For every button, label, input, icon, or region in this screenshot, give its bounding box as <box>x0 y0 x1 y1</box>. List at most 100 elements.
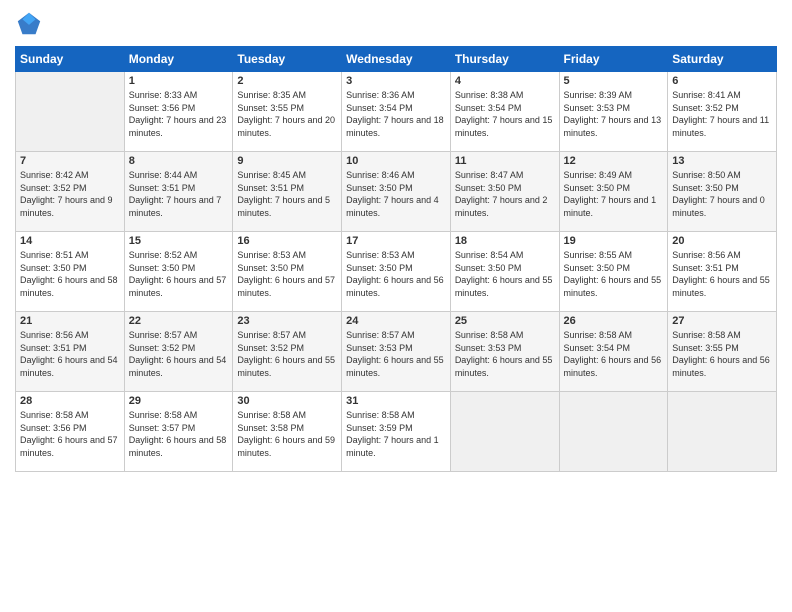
calendar-table: SundayMondayTuesdayWednesdayThursdayFrid… <box>15 46 777 472</box>
calendar-cell: 5 Sunrise: 8:39 AMSunset: 3:53 PMDaylight… <box>559 72 668 152</box>
calendar-cell: 12 Sunrise: 8:49 AMSunset: 3:50 PMDayligh… <box>559 152 668 232</box>
calendar-cell <box>668 392 777 472</box>
calendar-cell: 16 Sunrise: 8:53 AMSunset: 3:50 PMDayligh… <box>233 232 342 312</box>
calendar-cell: 1 Sunrise: 8:33 AMSunset: 3:56 PMDaylight… <box>124 72 233 152</box>
calendar-cell: 4 Sunrise: 8:38 AMSunset: 3:54 PMDaylight… <box>450 72 559 152</box>
day-number: 25 <box>455 315 555 327</box>
weekday-header-wednesday: Wednesday <box>342 47 451 72</box>
day-number: 18 <box>455 235 555 247</box>
day-info: Sunrise: 8:45 AMSunset: 3:51 PMDaylight:… <box>237 169 337 219</box>
day-number: 22 <box>129 315 229 327</box>
day-number: 24 <box>346 315 446 327</box>
week-row-4: 21 Sunrise: 8:56 AMSunset: 3:51 PMDayligh… <box>16 312 777 392</box>
day-info: Sunrise: 8:55 AMSunset: 3:50 PMDaylight:… <box>564 249 664 299</box>
day-info: Sunrise: 8:52 AMSunset: 3:50 PMDaylight:… <box>129 249 229 299</box>
calendar-cell: 26 Sunrise: 8:58 AMSunset: 3:54 PMDayligh… <box>559 312 668 392</box>
day-info: Sunrise: 8:41 AMSunset: 3:52 PMDaylight:… <box>672 89 772 139</box>
weekday-header-friday: Friday <box>559 47 668 72</box>
calendar-cell: 20 Sunrise: 8:56 AMSunset: 3:51 PMDayligh… <box>668 232 777 312</box>
calendar-cell: 2 Sunrise: 8:35 AMSunset: 3:55 PMDaylight… <box>233 72 342 152</box>
day-info: Sunrise: 8:58 AMSunset: 3:55 PMDaylight:… <box>672 329 772 379</box>
day-info: Sunrise: 8:53 AMSunset: 3:50 PMDaylight:… <box>346 249 446 299</box>
day-number: 13 <box>672 155 772 167</box>
day-info: Sunrise: 8:42 AMSunset: 3:52 PMDaylight:… <box>20 169 120 219</box>
day-number: 2 <box>237 75 337 87</box>
day-info: Sunrise: 8:58 AMSunset: 3:54 PMDaylight:… <box>564 329 664 379</box>
calendar-cell: 18 Sunrise: 8:54 AMSunset: 3:50 PMDayligh… <box>450 232 559 312</box>
day-number: 10 <box>346 155 446 167</box>
day-number: 28 <box>20 395 120 407</box>
calendar-cell: 31 Sunrise: 8:58 AMSunset: 3:59 PMDayligh… <box>342 392 451 472</box>
day-number: 5 <box>564 75 664 87</box>
day-info: Sunrise: 8:57 AMSunset: 3:53 PMDaylight:… <box>346 329 446 379</box>
day-number: 19 <box>564 235 664 247</box>
calendar-cell: 27 Sunrise: 8:58 AMSunset: 3:55 PMDayligh… <box>668 312 777 392</box>
day-info: Sunrise: 8:58 AMSunset: 3:59 PMDaylight:… <box>346 409 446 459</box>
day-info: Sunrise: 8:35 AMSunset: 3:55 PMDaylight:… <box>237 89 337 139</box>
week-row-1: 1 Sunrise: 8:33 AMSunset: 3:56 PMDaylight… <box>16 72 777 152</box>
day-info: Sunrise: 8:50 AMSunset: 3:50 PMDaylight:… <box>672 169 772 219</box>
day-number: 27 <box>672 315 772 327</box>
logo-icon <box>15 10 43 38</box>
day-info: Sunrise: 8:49 AMSunset: 3:50 PMDaylight:… <box>564 169 664 219</box>
day-number: 20 <box>672 235 772 247</box>
calendar-cell <box>450 392 559 472</box>
day-number: 21 <box>20 315 120 327</box>
day-info: Sunrise: 8:51 AMSunset: 3:50 PMDaylight:… <box>20 249 120 299</box>
day-number: 30 <box>237 395 337 407</box>
week-row-3: 14Sunrise: 8:51 AMSunset: 3:50 PMDayligh… <box>16 232 777 312</box>
day-info: Sunrise: 8:54 AMSunset: 3:50 PMDaylight:… <box>455 249 555 299</box>
day-number: 16 <box>237 235 337 247</box>
day-info: Sunrise: 8:56 AMSunset: 3:51 PMDaylight:… <box>672 249 772 299</box>
day-number: 11 <box>455 155 555 167</box>
calendar-cell: 19 Sunrise: 8:55 AMSunset: 3:50 PMDayligh… <box>559 232 668 312</box>
day-info: Sunrise: 8:39 AMSunset: 3:53 PMDaylight:… <box>564 89 664 139</box>
calendar-cell: 21 Sunrise: 8:56 AMSunset: 3:51 PMDayligh… <box>16 312 125 392</box>
calendar-cell <box>16 72 125 152</box>
calendar-cell: 14Sunrise: 8:51 AMSunset: 3:50 PMDayligh… <box>16 232 125 312</box>
calendar-cell: 15 Sunrise: 8:52 AMSunset: 3:50 PMDayligh… <box>124 232 233 312</box>
day-info: Sunrise: 8:58 AMSunset: 3:57 PMDaylight:… <box>129 409 229 459</box>
day-info: Sunrise: 8:58 AMSunset: 3:53 PMDaylight:… <box>455 329 555 379</box>
day-info: Sunrise: 8:58 AMSunset: 3:58 PMDaylight:… <box>237 409 337 459</box>
weekday-header-saturday: Saturday <box>668 47 777 72</box>
weekday-header-thursday: Thursday <box>450 47 559 72</box>
calendar-cell: 28 Sunrise: 8:58 AMSunset: 3:56 PMDayligh… <box>16 392 125 472</box>
header <box>15 10 777 38</box>
day-number: 3 <box>346 75 446 87</box>
day-number: 12 <box>564 155 664 167</box>
calendar-cell: 9 Sunrise: 8:45 AMSunset: 3:51 PMDaylight… <box>233 152 342 232</box>
calendar-cell: 6 Sunrise: 8:41 AMSunset: 3:52 PMDaylight… <box>668 72 777 152</box>
weekday-header-row: SundayMondayTuesdayWednesdayThursdayFrid… <box>16 47 777 72</box>
calendar-cell: 3 Sunrise: 8:36 AMSunset: 3:54 PMDaylight… <box>342 72 451 152</box>
day-number: 29 <box>129 395 229 407</box>
day-info: Sunrise: 8:44 AMSunset: 3:51 PMDaylight:… <box>129 169 229 219</box>
calendar-cell: 11 Sunrise: 8:47 AMSunset: 3:50 PMDayligh… <box>450 152 559 232</box>
day-number: 26 <box>564 315 664 327</box>
day-info: Sunrise: 8:38 AMSunset: 3:54 PMDaylight:… <box>455 89 555 139</box>
day-number: 1 <box>129 75 229 87</box>
day-info: Sunrise: 8:58 AMSunset: 3:56 PMDaylight:… <box>20 409 120 459</box>
day-number: 9 <box>237 155 337 167</box>
day-number: 31 <box>346 395 446 407</box>
day-number: 17 <box>346 235 446 247</box>
calendar-cell: 10Sunrise: 8:46 AMSunset: 3:50 PMDayligh… <box>342 152 451 232</box>
calendar-cell: 22Sunrise: 8:57 AMSunset: 3:52 PMDayligh… <box>124 312 233 392</box>
day-number: 6 <box>672 75 772 87</box>
day-number: 4 <box>455 75 555 87</box>
calendar-cell: 29 Sunrise: 8:58 AMSunset: 3:57 PMDayligh… <box>124 392 233 472</box>
calendar-cell: 25 Sunrise: 8:58 AMSunset: 3:53 PMDayligh… <box>450 312 559 392</box>
day-info: Sunrise: 8:53 AMSunset: 3:50 PMDaylight:… <box>237 249 337 299</box>
day-number: 7 <box>20 155 120 167</box>
calendar-cell: 13 Sunrise: 8:50 AMSunset: 3:50 PMDayligh… <box>668 152 777 232</box>
day-info: Sunrise: 8:47 AMSunset: 3:50 PMDaylight:… <box>455 169 555 219</box>
weekday-header-monday: Monday <box>124 47 233 72</box>
logo <box>15 10 47 38</box>
day-info: Sunrise: 8:33 AMSunset: 3:56 PMDaylight:… <box>129 89 229 139</box>
calendar-cell: 17 Sunrise: 8:53 AMSunset: 3:50 PMDayligh… <box>342 232 451 312</box>
day-number: 15 <box>129 235 229 247</box>
weekday-header-sunday: Sunday <box>16 47 125 72</box>
calendar-cell <box>559 392 668 472</box>
day-info: Sunrise: 8:56 AMSunset: 3:51 PMDaylight:… <box>20 329 120 379</box>
day-info: Sunrise: 8:36 AMSunset: 3:54 PMDaylight:… <box>346 89 446 139</box>
